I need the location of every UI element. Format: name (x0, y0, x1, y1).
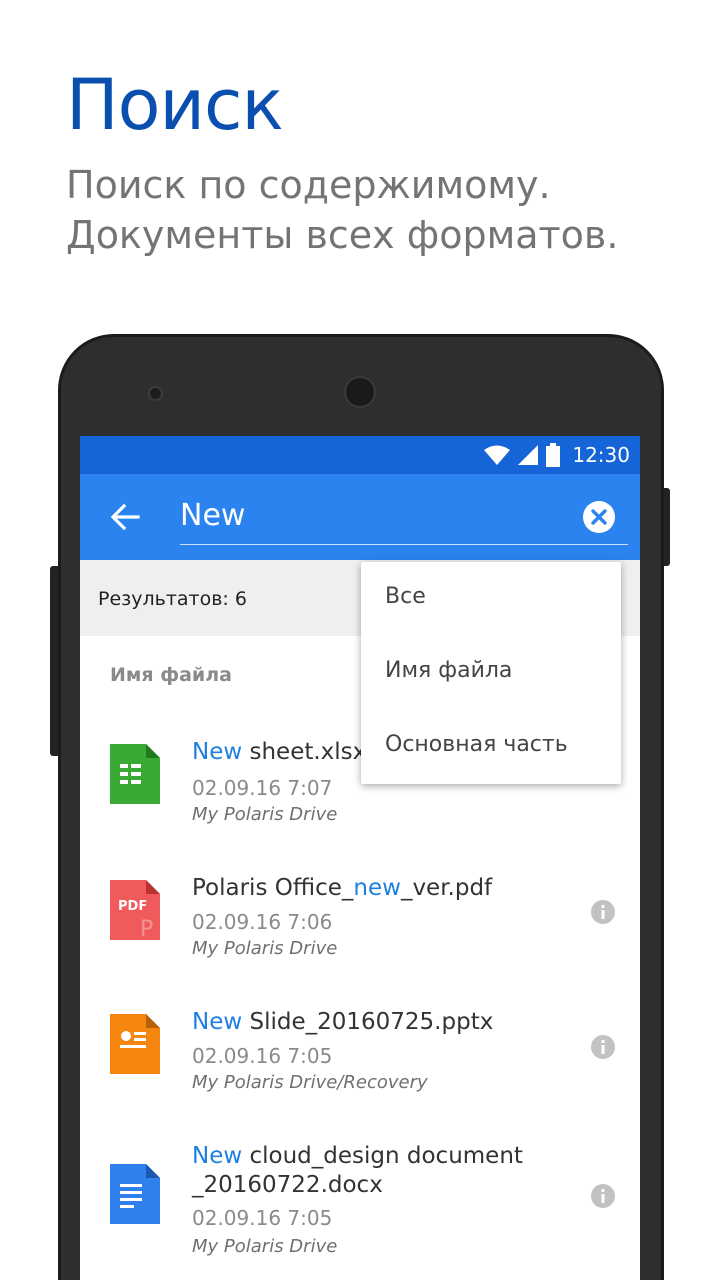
results-count: Результатов: 6 (98, 588, 247, 610)
file-list-item[interactable]: New cloud_design document _20160722.docx… (80, 1140, 640, 1280)
back-arrow-icon[interactable] (108, 500, 142, 534)
file-name: Polaris Office_new_ver.pdf (192, 874, 572, 903)
file-path: My Polaris Drive (192, 1236, 338, 1257)
file-name-suffix: _ver.pdf (400, 875, 493, 901)
search-app-bar (80, 474, 640, 560)
file-name-rest: Slide_20160725.pptx (242, 1009, 494, 1035)
file-path: My Polaris Drive (192, 804, 338, 825)
file-name-line-2: _20160722.docx (192, 1172, 383, 1198)
phone-sensor (148, 386, 163, 401)
file-date: 02.09.16 7:05 (192, 1206, 333, 1230)
file-name: New cloud_design document _20160722.docx (192, 1142, 572, 1200)
file-date: 02.09.16 7:06 (192, 910, 333, 934)
search-input-underline (180, 544, 628, 545)
phone-camera (344, 376, 376, 408)
file-name-rest: sheet.xlsx (242, 739, 367, 765)
dropdown-option-filename[interactable]: Имя файла (385, 658, 512, 683)
battery-icon (546, 443, 561, 467)
docx-file-icon (110, 1164, 160, 1224)
search-input[interactable] (180, 492, 580, 538)
info-icon[interactable] (591, 900, 615, 924)
pdf-badge-text: PDF (118, 899, 147, 914)
file-name-line-1: New cloud_design document (192, 1142, 572, 1171)
file-date: 02.09.16 7:05 (192, 1044, 333, 1068)
wifi-icon (484, 445, 511, 465)
dropdown-option-all[interactable]: Все (385, 584, 426, 609)
xlsx-file-icon (110, 744, 160, 804)
promo-subtitle-line-2: Документы всех форматов. (66, 213, 619, 257)
file-name-highlight: New (192, 1009, 243, 1035)
status-icons: 12:30 (484, 436, 630, 474)
info-icon[interactable] (591, 1184, 615, 1208)
pptx-file-icon (110, 1014, 160, 1074)
file-name-prefix: Polaris Office_ (192, 875, 354, 901)
file-list-item[interactable]: PDF P Polaris Office_new_ver.pdf 02.09.1… (80, 872, 640, 982)
file-path: My Polaris Drive/Recovery (192, 1072, 428, 1093)
pdf-file-icon: PDF P (110, 880, 160, 940)
promo-title: Поиск (66, 64, 284, 146)
promo-subtitle: Поиск по содержимому. Документы всех фор… (66, 160, 618, 260)
dropdown-option-content[interactable]: Основная часть (385, 732, 568, 757)
file-name-highlight: New (192, 739, 243, 765)
section-header-filename: Имя файла (110, 664, 232, 686)
promo-subtitle-line-1: Поиск по содержимому. (66, 163, 551, 207)
file-name-rest: cloud_design document (242, 1143, 523, 1169)
info-icon[interactable] (591, 1035, 615, 1059)
file-name-highlight: New (192, 1143, 243, 1169)
phone-screen: 12:30 Результатов: 6 Имя файла New sheet… (80, 436, 640, 1280)
file-list-item[interactable]: New Slide_20160725.pptx 02.09.16 7:05 My… (80, 1006, 640, 1116)
file-path: My Polaris Drive (192, 938, 338, 959)
clear-search-icon[interactable] (582, 500, 616, 534)
svg-text:P: P (140, 917, 153, 940)
file-name: New Slide_20160725.pptx (192, 1008, 572, 1037)
file-date: 02.09.16 7:07 (192, 776, 333, 800)
status-time: 12:30 (572, 443, 630, 467)
file-name-highlight: new (353, 875, 401, 901)
signal-icon (518, 445, 539, 465)
status-bar: 12:30 (80, 436, 640, 474)
search-scope-dropdown: Все Имя файла Основная часть (361, 562, 621, 784)
